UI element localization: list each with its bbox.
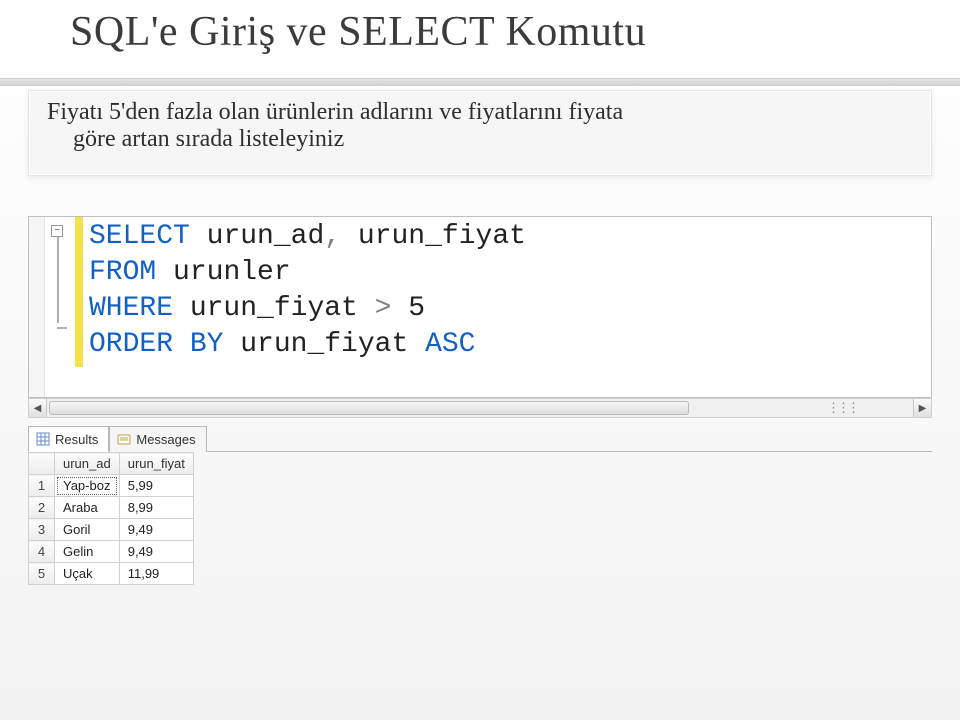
tab-messages[interactable]: Messages [109,426,206,452]
accent-bar [0,78,960,86]
grid-header-row: urun_ad urun_fiyat [29,453,194,475]
cell-urun-fiyat[interactable]: 5,99 [119,475,193,497]
col-header-urun-fiyat[interactable]: urun_fiyat [119,453,193,475]
scroll-thumb[interactable] [49,401,689,415]
row-header[interactable]: 3 [29,519,55,541]
kw-asc: ASC [425,329,475,360]
scroll-grip-icon: ⋮⋮⋮ [831,401,853,415]
message-icon [116,432,132,448]
row-header[interactable]: 5 [29,563,55,585]
row-header[interactable]: 2 [29,497,55,519]
description-band: Fiyatı 5'den fazla olan ürünlerin adları… [28,90,932,176]
row-header[interactable]: 4 [29,541,55,563]
slide: SQL'e Giriş ve SELECT Komutu Fiyatı 5'de… [0,0,960,720]
grid-icon [35,431,51,447]
op-gt: > [375,293,392,324]
table-row[interactable]: 2 Araba 8,99 [29,497,194,519]
results-tabstrip: Results Messages [28,424,932,452]
table-urunler: urunler [173,257,291,288]
tab-messages-label: Messages [136,432,195,447]
chevron-left-icon: ◀ [34,403,42,414]
editor-gutter [29,217,45,397]
literal-5: 5 [408,293,425,324]
comma: , [324,221,341,252]
table-row[interactable]: 5 Uçak 11,99 [29,563,194,585]
table-row[interactable]: 1 Yap-boz 5,99 [29,475,194,497]
description-line-1: Fiyatı 5'den fazla olan ürünlerin adları… [47,99,913,126]
order-col: urun_fiyat [240,329,408,360]
cell-urun-ad[interactable]: Yap-boz [55,475,120,497]
page-title: SQL'e Giriş ve SELECT Komutu [70,8,646,56]
kw-select: SELECT [89,221,190,252]
scroll-left-button[interactable]: ◀ [29,399,47,417]
change-marker [75,217,83,367]
scroll-track[interactable]: ⋮⋮⋮ [47,399,913,417]
fold-end [57,327,67,329]
col-urun-fiyat: urun_fiyat [358,221,526,252]
col-header-urun-ad[interactable]: urun_ad [55,453,120,475]
sql-editor[interactable]: − SELECT urun_ad, urun_fiyat FROM urunle… [28,216,932,398]
grid-corner [29,453,55,475]
fold-line [57,237,59,323]
table-row[interactable]: 3 Goril 9,49 [29,519,194,541]
row-header[interactable]: 1 [29,475,55,497]
chevron-right-icon: ▶ [919,403,927,414]
cell-urun-ad[interactable]: Goril [55,519,120,541]
cell-urun-ad[interactable]: Gelin [55,541,120,563]
col-urun-ad: urun_ad [207,221,325,252]
code-fold-region[interactable]: − [49,217,67,397]
sql-code[interactable]: SELECT urun_ad, urun_fiyat FROM urunler … [89,219,526,363]
editor-horizontal-scrollbar[interactable]: ◀ ⋮⋮⋮ ▶ [28,398,932,418]
cell-urun-ad[interactable]: Uçak [55,563,120,585]
kw-order-by: ORDER BY [89,329,223,360]
cell-urun-ad[interactable]: Araba [55,497,120,519]
kw-where: WHERE [89,293,173,324]
table-row[interactable]: 4 Gelin 9,49 [29,541,194,563]
fold-toggle-icon[interactable]: − [51,225,63,237]
results-grid[interactable]: urun_ad urun_fiyat 1 Yap-boz 5,99 2 Arab… [28,452,194,585]
scroll-right-button[interactable]: ▶ [913,399,931,417]
tab-results-label: Results [55,432,98,447]
kw-from: FROM [89,257,156,288]
description-line-2: göre artan sırada listeleyiniz [47,126,913,153]
cell-urun-fiyat[interactable]: 9,49 [119,519,193,541]
cell-urun-fiyat[interactable]: 8,99 [119,497,193,519]
tab-results[interactable]: Results [28,426,109,452]
cell-urun-fiyat[interactable]: 9,49 [119,541,193,563]
cell-urun-fiyat[interactable]: 11,99 [119,563,193,585]
where-col: urun_fiyat [190,293,358,324]
